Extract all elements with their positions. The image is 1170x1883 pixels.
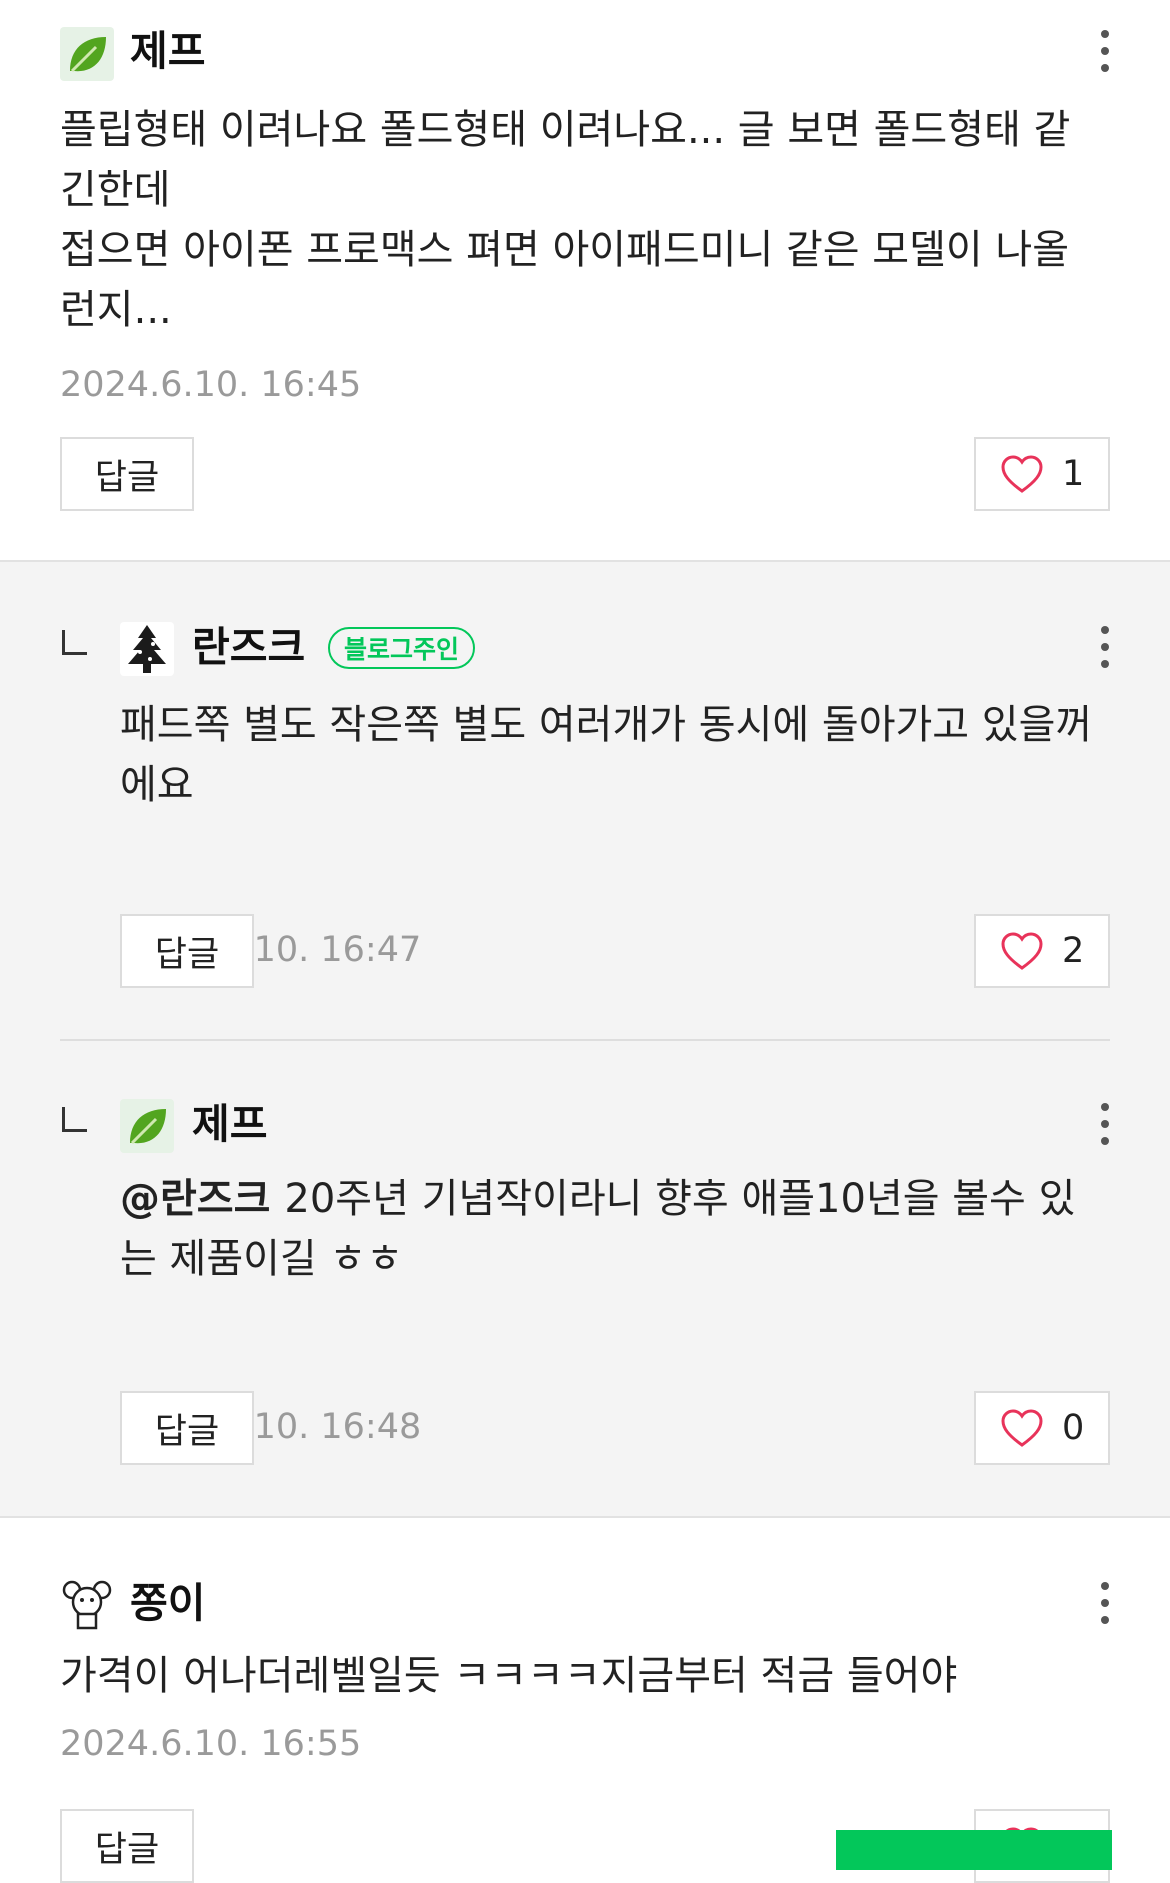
comment-text: @란즈크 20주년 기념작이라니 향후 애플10년을 볼수 있는 제품이길 ㅎㅎ <box>120 1176 1076 1282</box>
comment-date: 2024.6.10. 16:55 <box>60 1724 362 1764</box>
nickname[interactable]: 제프 <box>192 1097 267 1151</box>
like-count: 2 <box>1062 931 1085 971</box>
divider <box>60 1039 1110 1041</box>
more-options-icon[interactable] <box>1090 1578 1120 1628</box>
nickname[interactable]: 란즈크 <box>192 620 305 674</box>
more-options-icon[interactable] <box>1090 1099 1120 1149</box>
comment-text: 가격이 어나더레벨일듯 ㅋㅋㅋㅋ지금부터 적금 들어야 <box>60 1653 958 1699</box>
comment-text: 플립형태 이려나요 폴드형태 이려나요... 글 보면 폴드형태 같긴한데 접으… <box>60 107 1071 333</box>
heart-icon <box>1001 455 1043 493</box>
comment-date: 2024.6.10. 16:45 <box>60 365 362 405</box>
leaf-icon[interactable] <box>120 1099 174 1153</box>
floating-action-bar[interactable] <box>836 1830 1112 1870</box>
mention-link[interactable]: @란즈크 <box>120 1176 270 1222</box>
leaf-icon[interactable] <box>60 27 114 81</box>
mouse-character-icon[interactable] <box>60 1578 114 1632</box>
reply-button[interactable]: 답글 <box>120 914 254 988</box>
like-count: 1 <box>1062 454 1085 494</box>
reply-button[interactable]: 답글 <box>60 437 194 511</box>
heart-icon <box>1001 932 1043 970</box>
blog-owner-badge: 블로그주인 <box>328 627 476 669</box>
reply-indent-icon <box>62 1107 87 1132</box>
comment-text: 패드쪽 별도 작은쪽 별도 여러개가 동시에 돌아가고 있을꺼에요 <box>120 702 1093 808</box>
pine-tree-icon[interactable] <box>120 622 174 676</box>
like-button[interactable]: 2 <box>974 914 1110 988</box>
reply-indent-icon <box>62 630 87 655</box>
like-button[interactable]: 0 <box>974 1391 1110 1465</box>
more-options-icon[interactable] <box>1090 26 1120 76</box>
heart-icon <box>1001 1409 1043 1447</box>
reply-button[interactable]: 답글 <box>120 1391 254 1465</box>
nickname[interactable]: 제프 <box>130 24 205 78</box>
reply-button[interactable]: 답글 <box>60 1809 194 1883</box>
like-button[interactable]: 1 <box>974 437 1110 511</box>
comment-item: 제프 플립형태 이려나요 폴드형태 이려나요... 글 보면 폴드형태 같긴한데… <box>0 0 1170 560</box>
more-options-icon[interactable] <box>1090 622 1120 672</box>
like-count: 0 <box>1062 1408 1085 1448</box>
nickname[interactable]: 쫑이 <box>130 1576 205 1630</box>
